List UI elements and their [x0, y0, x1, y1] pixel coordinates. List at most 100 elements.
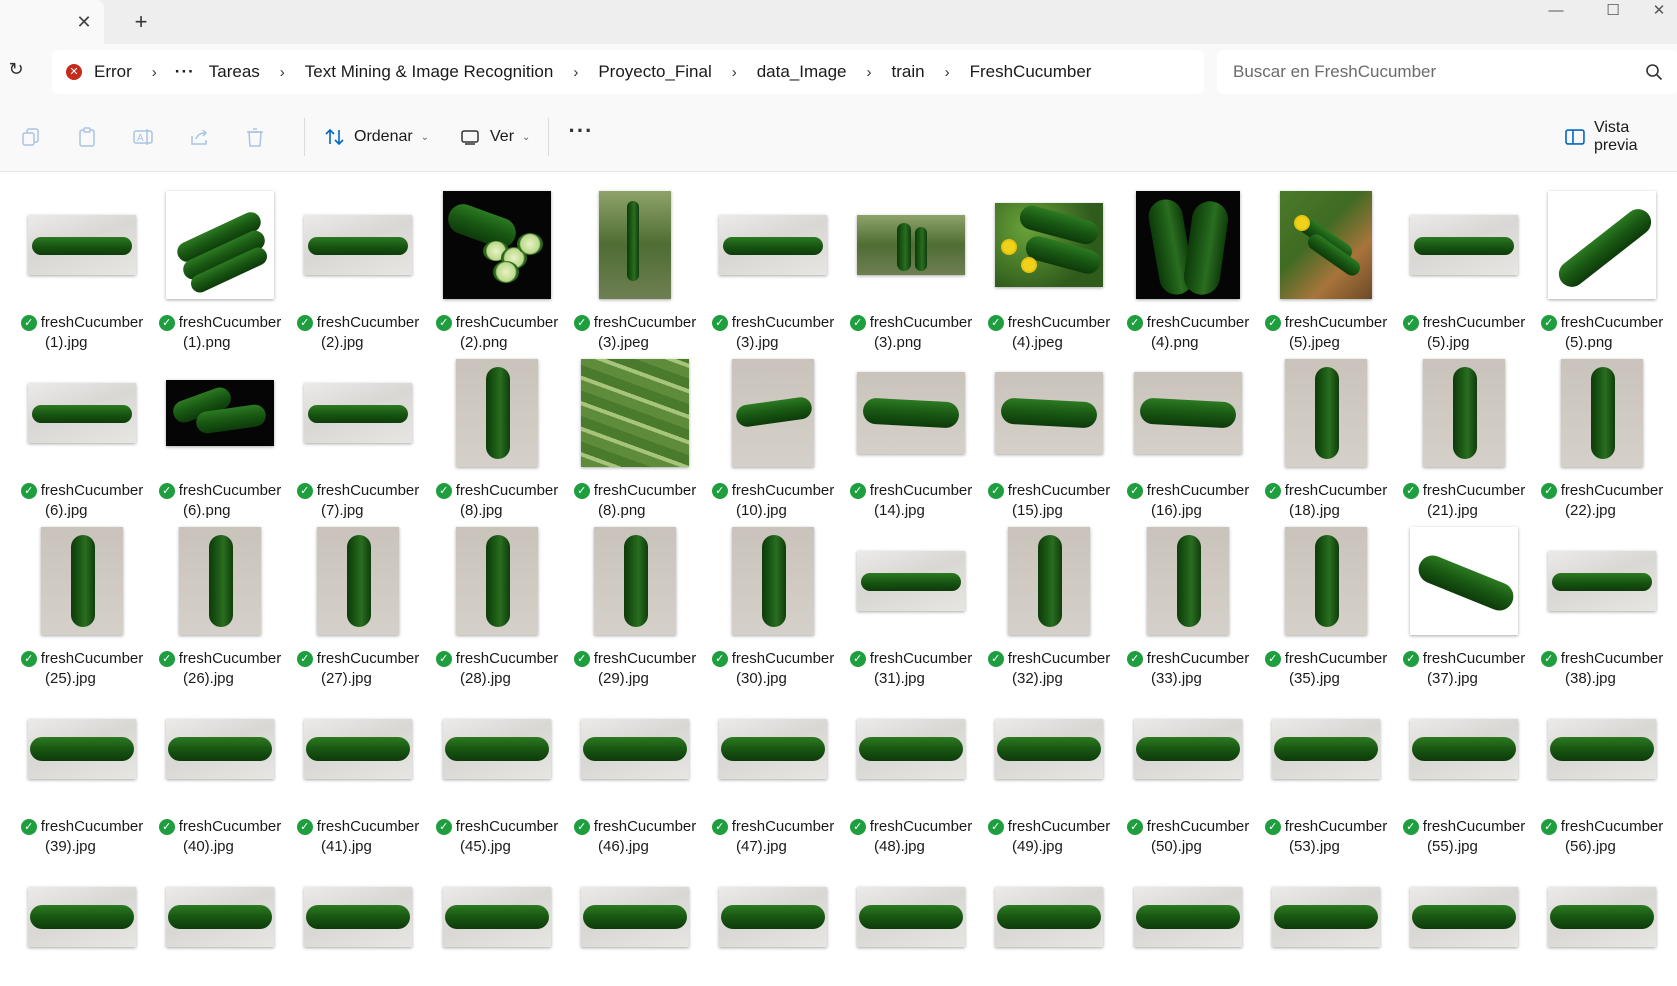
chevron-right-icon[interactable]: ›: [855, 64, 884, 81]
close-icon[interactable]: ✕: [74, 12, 94, 32]
more-options-button[interactable]: ···: [568, 120, 594, 148]
chevron-right-icon[interactable]: ›: [561, 64, 590, 81]
chevron-right-icon[interactable]: ›: [720, 64, 749, 81]
file-item[interactable]: ✓ freshCucumber (5).png: [1533, 173, 1671, 351]
file-item[interactable]: ✓ freshCucumber (6).jpg: [13, 341, 151, 519]
file-item[interactable]: [289, 845, 427, 986]
thumbnail-frame: [1544, 691, 1660, 807]
file-item[interactable]: ✓ freshCucumber (41).jpg: [289, 677, 427, 855]
file-item[interactable]: ✓ freshCucumber (3).png: [842, 173, 980, 351]
file-item[interactable]: [428, 845, 566, 986]
file-item[interactable]: ✓ freshCucumber (14).jpg: [842, 341, 980, 519]
view-button[interactable]: Ver ⌄: [460, 122, 530, 152]
file-item[interactable]: [151, 845, 289, 986]
plus-icon[interactable]: +: [130, 11, 152, 33]
file-item[interactable]: [842, 845, 980, 986]
file-item[interactable]: ✓ freshCucumber (53).jpg: [1257, 677, 1395, 855]
file-item[interactable]: ✓ freshCucumber (27).jpg: [289, 509, 427, 687]
file-item[interactable]: ✓ freshCucumber (45).jpg: [428, 677, 566, 855]
thumbnail-image: [1272, 719, 1380, 779]
file-item[interactable]: ✓ freshCucumber (50).jpg: [1119, 677, 1257, 855]
file-item[interactable]: [980, 845, 1118, 986]
file-item[interactable]: ✓ freshCucumber (5).jpg: [1395, 173, 1533, 351]
refresh-icon[interactable]: ↻: [5, 58, 27, 80]
close-window-button[interactable]: ✕: [1641, 0, 1677, 24]
file-item[interactable]: ✓ freshCucumber (10).jpg: [704, 341, 842, 519]
search-input[interactable]: [1233, 60, 1633, 84]
search-box[interactable]: [1217, 50, 1677, 94]
file-item[interactable]: ✓ freshCucumber (16).jpg: [1119, 341, 1257, 519]
file-name-line1: freshCucumber: [731, 314, 835, 331]
copy-icon[interactable]: [20, 126, 42, 148]
tab-active[interactable]: ✕: [0, 0, 104, 44]
file-item[interactable]: ✓ freshCucumber (2).png: [428, 173, 566, 351]
file-item[interactable]: [1257, 845, 1395, 986]
file-item[interactable]: ✓ freshCucumber (8).png: [566, 341, 704, 519]
file-item[interactable]: ✓ freshCucumber (15).jpg: [980, 341, 1118, 519]
cucumber-shape: [1591, 367, 1615, 459]
file-item[interactable]: ✓ freshCucumber (1).png: [151, 173, 289, 351]
file-item[interactable]: ✓ freshCucumber (37).jpg: [1395, 509, 1533, 687]
file-item[interactable]: ✓ freshCucumber (47).jpg: [704, 677, 842, 855]
file-item[interactable]: ✓ freshCucumber (28).jpg: [428, 509, 566, 687]
file-item[interactable]: ✓ freshCucumber (31).jpg: [842, 509, 980, 687]
minimize-button[interactable]: —: [1533, 0, 1579, 24]
file-item[interactable]: ✓ freshCucumber (39).jpg: [13, 677, 151, 855]
breadcrumb-item-freshcucumber[interactable]: FreshCucumber: [962, 62, 1100, 82]
file-item[interactable]: ✓ freshCucumber (5).jpeg: [1257, 173, 1395, 351]
paste-icon[interactable]: [76, 126, 98, 148]
sync-status-icon: ✓: [158, 651, 175, 667]
file-item[interactable]: ✓ freshCucumber (48).jpg: [842, 677, 980, 855]
file-item[interactable]: ✓ freshCucumber (35).jpg: [1257, 509, 1395, 687]
delete-icon[interactable]: [244, 126, 266, 148]
file-item[interactable]: [1119, 845, 1257, 986]
file-item[interactable]: [13, 845, 151, 986]
file-item[interactable]: [704, 845, 842, 986]
share-icon[interactable]: [188, 126, 210, 148]
file-item[interactable]: [1395, 845, 1533, 986]
file-item[interactable]: ✓ freshCucumber (40).jpg: [151, 677, 289, 855]
file-item[interactable]: ✓ freshCucumber (33).jpg: [1119, 509, 1257, 687]
rename-icon[interactable]: A: [132, 126, 154, 148]
breadcrumb[interactable]: ✕ Error › ··· Tareas › Text Mining & Ima…: [52, 50, 1204, 94]
breadcrumb-overflow-button[interactable]: ···: [169, 62, 201, 82]
file-item[interactable]: ✓ freshCucumber (29).jpg: [566, 509, 704, 687]
preview-pane-button[interactable]: Vista previa: [1564, 119, 1677, 154]
chevron-right-icon[interactable]: ›: [933, 64, 962, 81]
file-item[interactable]: ✓ freshCucumber (8).jpg: [428, 341, 566, 519]
search-icon[interactable]: [1645, 63, 1663, 81]
file-item[interactable]: ✓ freshCucumber (56).jpg: [1533, 677, 1671, 855]
breadcrumb-item-text-mining[interactable]: Text Mining & Image Recognition: [297, 62, 562, 82]
file-item[interactable]: ✓ freshCucumber (3).jpg: [704, 173, 842, 351]
file-item[interactable]: [566, 845, 704, 986]
file-item[interactable]: ✓ freshCucumber (32).jpg: [980, 509, 1118, 687]
file-item[interactable]: ✓ freshCucumber (18).jpg: [1257, 341, 1395, 519]
file-item[interactable]: ✓ freshCucumber (30).jpg: [704, 509, 842, 687]
file-item[interactable]: ✓ freshCucumber (2).jpg: [289, 173, 427, 351]
file-item[interactable]: ✓ freshCucumber (25).jpg: [13, 509, 151, 687]
file-item[interactable]: ✓ freshCucumber (55).jpg: [1395, 677, 1533, 855]
breadcrumb-item-data-image[interactable]: data_Image: [749, 62, 855, 82]
file-item[interactable]: ✓ freshCucumber (21).jpg: [1395, 341, 1533, 519]
file-item[interactable]: [1533, 845, 1671, 986]
file-item[interactable]: ✓ freshCucumber (46).jpg: [566, 677, 704, 855]
file-item[interactable]: ✓ freshCucumber (6).png: [151, 341, 289, 519]
file-item[interactable]: ✓ freshCucumber (1).jpg: [13, 173, 151, 351]
file-item[interactable]: ✓ freshCucumber (3).jpeg: [566, 173, 704, 351]
file-item[interactable]: ✓ freshCucumber (7).jpg: [289, 341, 427, 519]
sort-button[interactable]: Ordenar ⌄: [324, 122, 429, 152]
file-item[interactable]: ✓ freshCucumber (49).jpg: [980, 677, 1118, 855]
file-name-line1: freshCucumber: [1560, 314, 1664, 331]
file-item[interactable]: ✓ freshCucumber (38).jpg: [1533, 509, 1671, 687]
thumbnail-image: [456, 359, 538, 467]
thumbnail-frame: [300, 187, 416, 303]
file-item[interactable]: ✓ freshCucumber (26).jpg: [151, 509, 289, 687]
file-item[interactable]: ✓ freshCucumber (4).jpeg: [980, 173, 1118, 351]
breadcrumb-item-proyecto-final[interactable]: Proyecto_Final: [590, 62, 719, 82]
breadcrumb-item-train[interactable]: train: [884, 62, 933, 82]
breadcrumb-item-tareas[interactable]: Tareas: [201, 62, 268, 82]
file-item[interactable]: ✓ freshCucumber (4).png: [1119, 173, 1257, 351]
file-item[interactable]: ✓ freshCucumber (22).jpg: [1533, 341, 1671, 519]
maximize-button[interactable]: ☐: [1590, 0, 1636, 24]
chevron-right-icon[interactable]: ›: [268, 64, 297, 81]
